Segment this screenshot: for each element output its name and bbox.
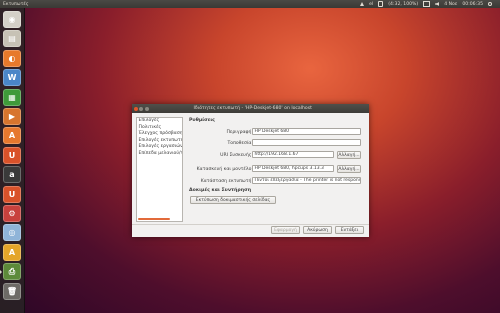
ubuntu-one-icon[interactable]: U <box>3 146 21 164</box>
description-field[interactable]: HP Deskjet 680 <box>252 128 361 135</box>
launcher-glyph: a <box>9 170 15 180</box>
amazon-icon[interactable]: a <box>3 166 21 184</box>
printer-state-field: Πιντοι επεξεργασία - The printer is not … <box>252 177 361 184</box>
ubuntu-one-music-icon[interactable]: U <box>3 185 21 203</box>
launcher-glyph: ◎ <box>8 228 16 238</box>
make-model-label: Κατασκευή και μοντέλο: <box>196 166 253 172</box>
volume-icon[interactable] <box>435 2 440 6</box>
close-window-icon[interactable] <box>133 106 138 111</box>
launcher-glyph: U <box>8 189 16 199</box>
change-model-button[interactable]: Αλλαγή... <box>337 164 361 173</box>
launcher-glyph: ⎙ <box>8 266 16 276</box>
chrome-icon[interactable]: ◎ <box>3 224 21 242</box>
dialog-separator <box>132 224 369 225</box>
launcher-glyph: ▦ <box>8 92 16 102</box>
clock-label[interactable]: 00:06:35 <box>462 2 483 7</box>
sidebar-scrollbar[interactable] <box>138 218 170 220</box>
files-icon[interactable]: ▤ <box>3 30 21 48</box>
properties-sidebar: Επιλογές Πολιτικές Έλεγχος πρόσβασης Επιλογ… <box>136 117 183 222</box>
dash-home-icon[interactable]: ◉ <box>3 11 21 28</box>
settings-panel: Ρυθμίσεις Περιγραφή: HP Deskjet 680 Τοπο… <box>189 118 365 204</box>
ok-button[interactable]: Εντάξει <box>335 226 364 234</box>
uri-field[interactable]: http://192.168.1.67 <box>252 151 334 158</box>
print-test-page-button[interactable]: Εκτύπωση δοκιμαστικής σελίδας <box>190 196 276 204</box>
date-label[interactable]: 4 Νοε <box>444 2 457 7</box>
messaging-icon[interactable] <box>423 1 431 7</box>
launcher-glyph: U <box>8 150 16 160</box>
make-model-field[interactable]: HP Deskjet 680, hpcups 3.13.3 <box>252 165 334 172</box>
printers-icon[interactable]: ⎙ <box>3 263 21 281</box>
launcher-glyph: ▶ <box>8 112 16 121</box>
system-tray: el (4:32, 100%) 4 Νοε 00:06:35 <box>360 1 500 7</box>
uri-label: URI Συσκευής: <box>220 152 253 158</box>
launcher-glyph: ◐ <box>8 53 16 63</box>
impress-icon[interactable]: ▶ <box>3 108 21 125</box>
uri-row: URI Συσκευής: http://192.168.1.67 Αλλαγή… <box>189 150 365 159</box>
sidebar-item[interactable]: Επιλογές εργασιών <box>137 144 183 151</box>
active-app-title: Εκτυπωτές <box>3 1 29 7</box>
top-panel: Εκτυπωτές el (4:32, 100%) 4 Νοε 00:06:35 <box>0 0 500 8</box>
dialog-titlebar[interactable]: Ιδιότητες εκτυπωτή - 'HP-Deskjet-680' on… <box>132 104 369 113</box>
calc-icon[interactable]: ▦ <box>3 88 21 106</box>
launcher-glyph: ⚙ <box>8 209 16 218</box>
launcher-glyph: ◉ <box>8 15 16 24</box>
minimize-window-icon[interactable] <box>139 106 143 111</box>
running-indicator <box>0 269 2 274</box>
software-center-icon[interactable]: A <box>3 127 21 145</box>
writer-icon[interactable]: W <box>3 69 21 87</box>
unity-launcher: ◉ ▤ ◐ W ▦ ▶ A Ua U ⚙ ◎ A ⎙ 🗑 <box>0 8 25 313</box>
launcher-glyph: A <box>8 131 16 141</box>
location-field[interactable] <box>252 139 361 146</box>
update-manager-icon[interactable]: A <box>3 243 21 261</box>
printer-state-label: Κατάσταση εκτυπωτή: <box>200 178 253 184</box>
printer-properties-dialog: Ιδιότητες εκτυπωτή - 'HP-Deskjet-680' on… <box>132 104 369 237</box>
system-settings-icon[interactable]: ⚙ <box>3 205 21 222</box>
launcher-glyph: A <box>8 247 16 257</box>
cancel-button[interactable]: Ακύρωση <box>303 226 332 234</box>
settings-section-title: Ρυθμίσεις <box>189 118 215 123</box>
battery-icon[interactable] <box>378 1 384 7</box>
network-icon[interactable] <box>360 2 365 6</box>
session-power-icon[interactable] <box>488 2 492 6</box>
description-label: Περιγραφή: <box>226 129 253 135</box>
dialog-title: Ιδιότητες εκτυπωτή - 'HP-Deskjet-680' on… <box>193 106 312 111</box>
location-label: Τοποθεσία: <box>227 140 253 146</box>
tests-section-title: Δοκιμές και Συντήρηση <box>189 188 252 193</box>
make-model-row: Κατασκευή και μοντέλο: HP Deskjet 680, h… <box>189 164 365 173</box>
launcher-glyph: W <box>7 73 17 83</box>
battery-status: (4:32, 100%) <box>388 1 419 7</box>
launcher-glyph: ▤ <box>8 34 16 44</box>
printer-state-row: Κατάσταση εκτυπωτή: Πιντοι επεξεργασία -… <box>189 177 365 185</box>
keyboard-layout-indicator[interactable]: el <box>369 2 373 7</box>
trash-icon[interactable]: 🗑 <box>3 282 21 300</box>
change-uri-button[interactable]: Αλλαγή... <box>337 150 361 159</box>
firefox-icon[interactable]: ◐ <box>3 49 21 67</box>
apply-button[interactable]: Εφαρμογή <box>271 226 300 234</box>
sidebar-item[interactable]: Επίπεδα μελανιού/τόνερ <box>137 151 183 158</box>
sidebar-item[interactable]: Έλεγχος πρόσβασης <box>137 131 183 138</box>
location-row: Τοποθεσία: <box>189 139 365 147</box>
description-row: Περιγραφή: HP Deskjet 680 <box>189 128 365 136</box>
launcher-glyph: 🗑 <box>6 286 18 296</box>
